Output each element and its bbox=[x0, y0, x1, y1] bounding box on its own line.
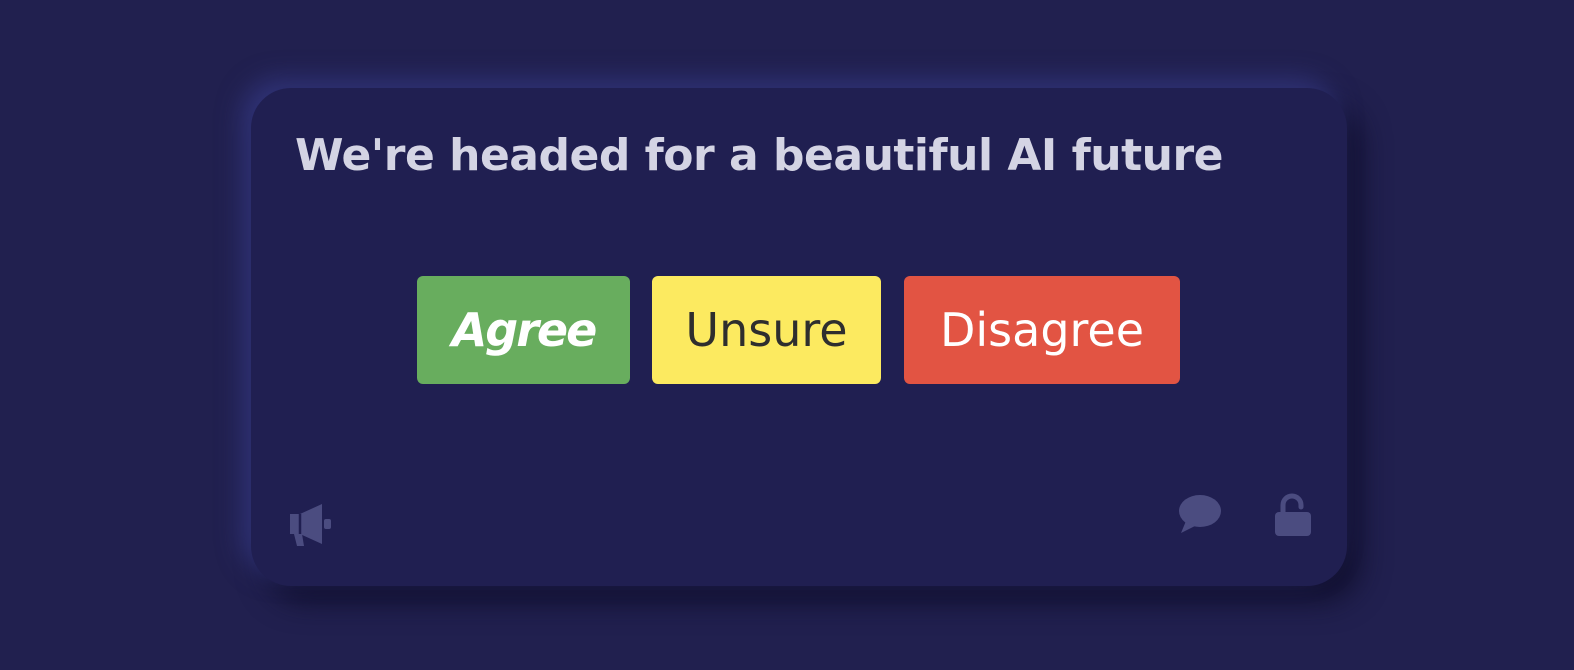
unsure-button-label: Unsure bbox=[685, 303, 848, 357]
megaphone-icon[interactable] bbox=[286, 502, 334, 548]
statement-card: We're headed for a beautiful AI future A… bbox=[251, 88, 1347, 586]
disagree-button[interactable]: Disagree bbox=[904, 276, 1180, 384]
agree-button-label: Agree bbox=[451, 303, 598, 357]
statement-title: We're headed for a beautiful AI future bbox=[295, 130, 1224, 181]
disagree-button-label: Disagree bbox=[939, 303, 1145, 357]
comment-icon[interactable] bbox=[1177, 494, 1223, 536]
unsure-button[interactable]: Unsure bbox=[652, 276, 881, 384]
agree-button[interactable]: Agree bbox=[417, 276, 630, 384]
unlock-icon[interactable] bbox=[1273, 492, 1313, 538]
